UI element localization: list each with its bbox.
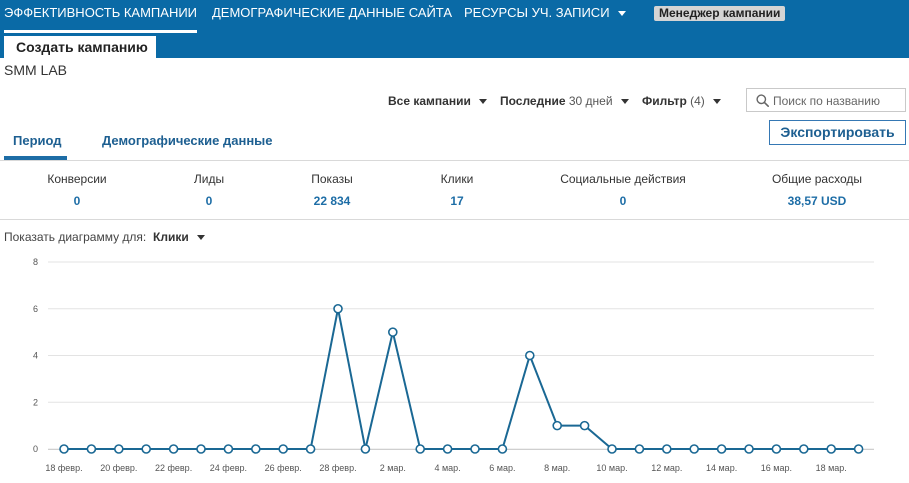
x-tick-label: 6 мар. [489,463,515,473]
top-navigation-bar: ЭФФЕКТИВНОСТЬ КАМПАНИИ ДЕМОГРАФИЧЕСКИЕ Д… [0,0,909,36]
divider [0,160,909,161]
data-point [360,444,371,454]
x-tick-label: 18 мар. [816,463,847,473]
metric-value[interactable]: 17 [377,194,537,208]
x-tick-label: 14 мар. [706,463,737,473]
data-point [853,444,864,454]
data-point [771,444,782,454]
x-tick-label: 26 февр. [265,463,302,473]
tab-demographics[interactable]: Демографические данные [102,133,273,148]
data-point [278,444,289,454]
data-point [387,327,398,337]
y-tick-label: 8 [33,257,38,267]
search-icon [756,94,769,107]
create-campaign-button[interactable]: Создать кампанию [4,36,156,58]
x-tick-label: 28 февр. [319,463,356,473]
y-tick-label: 6 [33,304,38,314]
data-point [744,444,754,454]
x-tick-label: 10 мар. [596,463,627,473]
chevron-down-icon [196,235,205,241]
chart-metric-dropdown[interactable]: Клики [153,230,205,244]
data-point [826,444,837,454]
x-tick-label: 12 мар. [651,463,682,473]
nav-tab-account-assets-label: РЕСУРСЫ УЧ. ЗАПИСИ [464,5,610,20]
period-dropdown-prefix: Последние [500,94,566,108]
data-point [223,444,234,454]
divider [0,219,909,220]
campaigns-dropdown-label: Все кампании [388,94,471,108]
data-point [442,444,453,454]
x-tick-label: 8 мар. [544,463,570,473]
x-tick-label: 18 февр. [45,463,82,473]
chevron-down-icon [478,99,487,105]
data-point [470,444,480,454]
nav-tab-account-assets[interactable]: РЕСУРСЫ УЧ. ЗАПИСИ [464,0,626,36]
x-tick-label: 16 мар. [761,463,792,473]
period-dropdown-value: 30 дней [568,94,613,108]
search-box[interactable] [746,88,906,112]
x-tick-label: 24 февр. [210,463,247,473]
search-input[interactable] [773,93,901,108]
y-tick-label: 0 [33,444,38,454]
metric-value[interactable]: 38,57 USD [737,194,897,208]
x-tick-label: 2 мар. [380,463,406,473]
tab-period[interactable]: Период [13,133,62,148]
data-point [634,444,645,454]
y-tick-label: 2 [33,397,38,407]
data-point [251,444,261,454]
campaign-manager-badge[interactable]: Менеджер кампании [654,6,786,21]
x-tick-label: 4 мар. [434,463,460,473]
data-point [114,444,124,454]
data-point [798,444,809,454]
filter-dropdown-label: Фильтр [642,94,687,108]
nav-tab-website-demographics[interactable]: ДЕМОГРАФИЧЕСКИЕ ДАННЫЕ САЙТА [212,0,452,36]
filter-dropdown[interactable]: Фильтр (4) [642,94,721,108]
data-point [579,420,590,431]
export-button[interactable]: Экспортировать [769,120,906,145]
campaigns-dropdown[interactable]: Все кампании [388,94,487,108]
data-point [333,303,343,314]
chevron-down-icon [620,99,629,105]
data-point [497,444,508,454]
chevron-down-icon [617,11,626,17]
data-point [168,444,179,454]
data-point [59,444,69,454]
metric-label: Общие расходы [771,172,863,186]
metric-value[interactable]: 0 [543,194,703,208]
chart-metric-dropdown-label: Клики [153,230,189,244]
data-point [196,444,206,454]
filter-count: (4) [690,94,705,108]
data-point [305,444,316,454]
series-line [64,308,859,450]
data-point [141,444,151,454]
data-point [86,444,97,454]
chart-metric-label: Показать диаграмму для: [4,230,147,244]
account-name: SMM LAB [4,62,68,78]
y-tick-label: 4 [33,351,38,361]
data-point [415,444,426,454]
clicks-line-chart: 0 2 4 6 8 18 февр. 20 февр. 22 февр. 24 февр. 26 … [33,257,874,473]
x-tick-label: 20 февр. [100,463,137,473]
data-point [607,444,617,454]
data-point [661,444,672,454]
data-point [524,350,535,361]
x-tick-label: 22 февр. [155,463,192,473]
metric-label: Клики [440,172,474,186]
data-point [689,444,700,454]
data-point [552,420,563,431]
nav-tab-campaign-performance[interactable]: ЭФФЕКТИВНОСТЬ КАМПАНИИ [4,0,198,33]
metric-label: Социальные действия [560,172,686,186]
data-point [716,444,727,454]
period-dropdown[interactable]: Последние 30 дней [500,94,629,108]
chevron-down-icon [712,99,721,105]
